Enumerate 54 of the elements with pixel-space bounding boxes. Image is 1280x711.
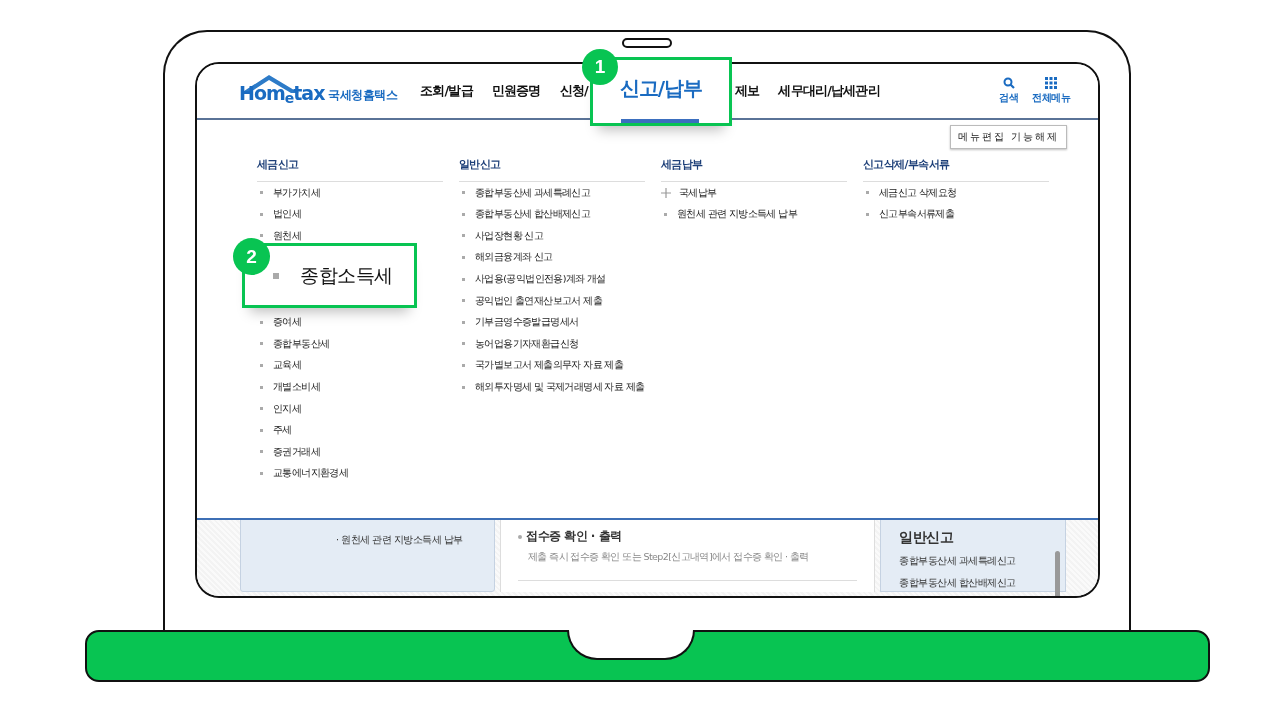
menu-link[interactable]: 교육세 (273, 360, 302, 371)
menu-link[interactable]: 해외금융계좌 신고 (475, 252, 553, 263)
menu-link[interactable]: 종합부동산세 과세특례신고 (475, 187, 591, 198)
all-menu-button[interactable]: 전체메뉴 (1032, 77, 1070, 105)
panel-link[interactable]: 종합부동산세 합산배제신고 (899, 577, 1065, 590)
bullet-icon (273, 272, 279, 279)
search-icon (1002, 77, 1015, 89)
home-logo-link[interactable]: Hom$_{e}$tax 국세청홈택스 (239, 71, 420, 111)
search-button[interactable]: 검색 (999, 77, 1018, 105)
menu-category-title: 신고삭제/부속서류 (863, 154, 1049, 182)
menu-category-title: 세금신고 (257, 154, 443, 182)
nav-menu-item[interactable]: 세무대리/납세관리 (778, 82, 880, 100)
section-title: 접수증 확인 · 출력 (526, 528, 622, 545)
menu-link[interactable]: 증권거래세 (273, 446, 320, 458)
bullet-icon (518, 534, 522, 539)
section-description: 제출 즉시 접수증 확인 또는 Step2[신고내역]에서 접수증 확인 · 출력 (528, 551, 810, 564)
callout-label: 신고/납부 (619, 75, 703, 102)
menu-link[interactable]: 원천세 (273, 230, 302, 242)
nav-menu-item[interactable]: 제보 (734, 82, 760, 100)
menu-link[interactable]: 교통에너지환경세 (273, 468, 349, 479)
menu-link[interactable]: 증여세 (273, 317, 302, 328)
nav-menu-item[interactable]: 민원증명 (491, 82, 541, 100)
menu-link[interactable]: 인지세 (273, 403, 302, 414)
scrollbar-thumb[interactable] (1055, 551, 1060, 596)
menu-link[interactable]: 사업장현황 신고 (475, 230, 544, 242)
menu-link[interactable]: 법인세 (273, 209, 302, 220)
menu-link[interactable]: 신고부속서류제출 (879, 209, 955, 220)
step-badge: 1 (582, 49, 618, 85)
menu-link[interactable]: 농어업용기자재환급신청 (475, 338, 579, 350)
plus-icon (661, 187, 671, 198)
nav-menu-item[interactable]: 신청/ (559, 82, 588, 100)
camera-notch (622, 38, 672, 48)
menu-link[interactable]: 사업용(공익법인전용)계좌 개설 (475, 273, 606, 285)
menu-category-title: 세금납부 (661, 154, 847, 182)
menu-link[interactable]: 국세납부 (679, 187, 717, 198)
menu-link[interactable]: 공익법인 출연재산보고서 제출 (475, 295, 603, 306)
callout-label: 종합소득세 (300, 262, 393, 288)
menu-category-title: 일반신고 (459, 154, 645, 182)
menu-link[interactable]: 해외투자명세 및 국제거래명세 자료 제출 (475, 381, 645, 393)
panel-title: 일반신고 (899, 529, 955, 547)
menu-link[interactable]: 기부금영수증발급명세서 (475, 317, 579, 328)
grid-icon (1045, 77, 1057, 89)
menu-link[interactable]: 세금신고 삭제요청 (879, 187, 957, 198)
menu-link[interactable]: 국가별보고서 제출의무자 자료 제출 (475, 360, 624, 371)
menu-edit-button[interactable]: 메뉴편집 기능해제 (949, 125, 1067, 149)
menu-link[interactable]: 종합부동산세 합산배제신고 (475, 209, 591, 220)
nav-menu-item[interactable]: 조회/발급 (420, 82, 473, 100)
menu-link[interactable]: 주세 (273, 425, 292, 436)
menu-link[interactable]: 부가가치세 (273, 187, 320, 198)
menu-link[interactable]: 종합부동산세 (273, 338, 330, 350)
menu-link[interactable]: 원천세 관련 지방소득세 납부 (677, 209, 798, 220)
menu-link[interactable]: 개별소비세 (273, 381, 320, 393)
panel-link[interactable]: 종합부동산세 과세특례신고 (899, 555, 1065, 568)
panel-link[interactable]: · 원천세 관련 지방소득세 납부 (336, 534, 494, 547)
